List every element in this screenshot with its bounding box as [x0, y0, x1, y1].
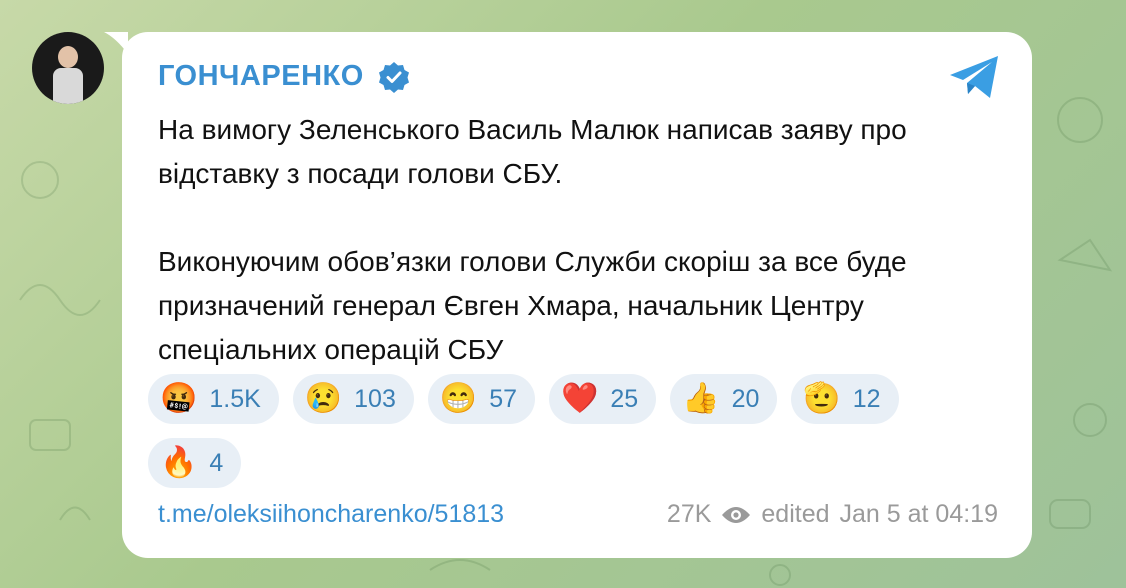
cursing-face-icon: 🤬: [160, 382, 198, 415]
channel-avatar[interactable]: [32, 32, 104, 104]
message-paragraph-2: Виконуючим обов’язки голови Служби скорі…: [158, 246, 907, 365]
avatar-head: [58, 46, 78, 68]
edited-label: edited: [761, 500, 830, 528]
reaction-count: 57: [489, 384, 518, 413]
channel-header[interactable]: ГОНЧАРЕНКО: [158, 60, 410, 93]
reaction-grinning[interactable]: 😁 57: [427, 374, 536, 424]
reaction-cursing[interactable]: 🤬 1.5K: [148, 374, 279, 424]
message-bubble: ГОНЧАРЕНКО На вимогу Зеленського Василь …: [122, 32, 1032, 558]
timestamp: Jan 5 at 04:19: [839, 500, 998, 528]
avatar-body: [53, 68, 83, 104]
reaction-heart[interactable]: ❤️ 25: [549, 374, 657, 424]
reaction-count: 20: [731, 384, 760, 413]
message-footer: t.me/oleksiihoncharenko/51813 27K edited…: [158, 500, 998, 529]
saluting-face-icon: 🫡: [803, 382, 841, 415]
reactions-bar: 🤬 1.5K 😢 103 😁 57 ❤️ 25 👍 20 🫡 12 🔥 4: [148, 374, 948, 488]
thumbs-up-icon: 👍: [682, 382, 720, 415]
reaction-count: 12: [852, 384, 881, 413]
reaction-count: 1.5K: [209, 384, 261, 413]
verified-badge-icon: [378, 61, 409, 93]
reaction-count: 25: [610, 384, 639, 413]
grinning-face-icon: 😁: [439, 382, 478, 415]
eye-icon: [722, 506, 751, 523]
reaction-crying[interactable]: 😢 103: [292, 374, 414, 424]
crying-face-icon: 😢: [304, 382, 343, 415]
reaction-count: 4: [209, 448, 224, 477]
heart-icon: ❤️: [561, 382, 599, 415]
message-meta: 27K edited Jan 5 at 04:19: [667, 500, 998, 529]
reaction-fire[interactable]: 🔥 4: [148, 438, 242, 488]
reaction-count: 103: [354, 384, 396, 413]
views-count: 27K: [666, 500, 712, 528]
reaction-thumbs-up[interactable]: 👍 20: [670, 374, 778, 424]
channel-name[interactable]: ГОНЧАРЕНКО: [158, 60, 364, 93]
message-paragraph-1: На вимогу Зеленського Василь Малюк напис…: [158, 114, 907, 189]
post-link[interactable]: t.me/oleksiihoncharenko/51813: [158, 500, 504, 529]
reaction-salute[interactable]: 🫡 12: [791, 374, 899, 424]
telegram-icon[interactable]: [948, 54, 1002, 100]
message-text: На вимогу Зеленського Василь Малюк напис…: [158, 108, 998, 372]
fire-icon: 🔥: [160, 446, 198, 479]
